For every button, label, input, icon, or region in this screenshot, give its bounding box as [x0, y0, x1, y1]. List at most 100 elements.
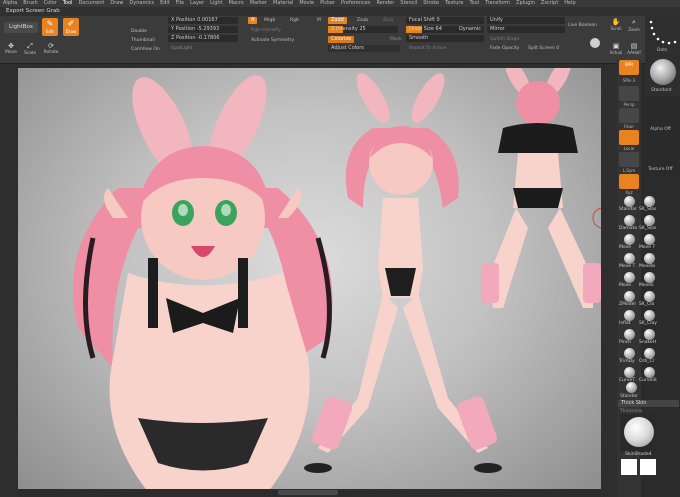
menu-item-transform[interactable]: Transform [482, 0, 513, 7]
stroke-dots-preview[interactable]: Dots [645, 16, 680, 56]
menu-item-document[interactable]: Document [75, 0, 107, 7]
menu-item-material[interactable]: Material [270, 0, 296, 7]
brush-sk-clay-icon[interactable] [644, 310, 655, 321]
brush-movee-icon[interactable] [644, 272, 655, 283]
brush-standard-preview[interactable]: Standard [645, 56, 680, 96]
alpha-preview[interactable]: Alpha Off [645, 96, 680, 136]
brush-orb-cr-icon[interactable] [644, 348, 655, 359]
material-preview[interactable] [620, 414, 658, 452]
brush-sk-clo-icon[interactable] [644, 291, 655, 302]
menu-item-file[interactable]: File [173, 0, 187, 7]
menu-item-preferences[interactable]: Preferences [338, 0, 373, 7]
floor-button[interactable] [619, 108, 639, 123]
spix-slider[interactable]: SPix 3 [617, 78, 641, 83]
brush-standar-icon[interactable] [624, 196, 635, 207]
rotate-button[interactable]: ⟳ Rotate [43, 42, 59, 57]
repeat-to-active-button[interactable]: Repeat To Active [409, 46, 446, 51]
menu-item-light[interactable]: Light [207, 0, 225, 7]
menu-item-tool[interactable]: Tool [466, 0, 482, 7]
thick-skin-button[interactable]: Thick Skin [618, 400, 679, 407]
lightbox-button[interactable]: LightBox [4, 22, 38, 33]
menu-item-picker[interactable]: Picker [317, 0, 338, 7]
move-button[interactable]: ✥ Move [4, 42, 18, 57]
fade-opacity-slider[interactable]: Fade Opacity [490, 46, 519, 51]
thumbnail-toggle[interactable]: Thumbnail [131, 38, 155, 43]
local-button[interactable] [619, 130, 639, 145]
brush-curvet-icon[interactable] [624, 367, 635, 378]
brush-move-icon[interactable] [624, 272, 635, 283]
activate-symmetry-button[interactable]: Activate Symmetry [251, 38, 294, 43]
menu-item-help[interactable]: Help [561, 0, 578, 7]
draw-button[interactable]: ✐ Draw [63, 18, 79, 36]
brush-move-t-icon[interactable] [644, 234, 655, 245]
edit-button[interactable]: ✎ Edit [42, 18, 58, 36]
menu-item-alpha[interactable]: Alpha [0, 0, 20, 7]
brush-pinch-icon[interactable] [624, 329, 635, 340]
menu-item-layer[interactable]: Layer [187, 0, 207, 7]
m-button[interactable]: M [317, 18, 321, 23]
focal-shift-slider[interactable]: Focal Shift 0 [406, 17, 484, 24]
menu-item-macro[interactable]: Macro [226, 0, 247, 7]
aahalf-button[interactable]: ▤ AAHalf [627, 42, 641, 58]
menu-item-brush[interactable]: Brush [20, 0, 40, 7]
camview-toggle[interactable]: CamView On [131, 47, 160, 52]
zadd-button[interactable]: Zadd [328, 17, 347, 24]
xyz-button[interactable] [619, 174, 639, 189]
mrgb-button[interactable]: Mrgb [264, 18, 275, 23]
menu-item-draw[interactable]: Draw [107, 0, 126, 7]
brush-sk-slas-icon[interactable] [644, 215, 655, 226]
unify-button[interactable]: Unify [487, 17, 565, 24]
dynamic-toggle[interactable]: Dynamic [459, 26, 481, 33]
smooth-slider[interactable]: Smooth [406, 35, 484, 42]
actual-button[interactable]: ▣ Actual [609, 42, 623, 58]
menu-item-zplugin[interactable]: Zplugin [513, 0, 538, 7]
rgb-intensity-slider[interactable]: Rgb Intensity [251, 28, 281, 33]
brush-movebi-icon[interactable] [644, 253, 655, 264]
brush-zmodel-icon[interactable] [624, 291, 635, 302]
brush-move-t-icon[interactable] [624, 253, 635, 264]
draw-size-slider[interactable]: Draw Size 64 Dynamic [406, 26, 484, 33]
brush-snakeh-icon[interactable] [644, 329, 655, 340]
colorize-button[interactable]: Colorize [328, 36, 355, 43]
mask-button[interactable]: Mask [390, 37, 402, 42]
texture-preview[interactable]: Texture Off [645, 136, 680, 176]
a-button[interactable]: A [248, 17, 258, 24]
menu-item-marker[interactable]: Marker [247, 0, 270, 7]
scale-button[interactable]: ⤢ Scale [23, 42, 37, 57]
double-toggle[interactable]: Double [131, 29, 147, 34]
menu-item-movie[interactable]: Movie [296, 0, 317, 7]
brush-inflat-icon[interactable] [624, 310, 635, 321]
menu-item-render[interactable]: Render [373, 0, 397, 7]
live-boolean-button[interactable]: Live Boolean [568, 23, 597, 28]
zoom-button[interactable]: ⌕ Zoom [627, 18, 641, 34]
adjust-colors-button[interactable]: Adjust Colors [328, 45, 400, 52]
secondary-color-swatch[interactable] [640, 459, 656, 475]
menu-item-stencil[interactable]: Stencil [397, 0, 420, 7]
export-screen-grab[interactable]: Export Screen Grab [0, 8, 60, 14]
menu-item-edit[interactable]: Edit [157, 0, 173, 7]
menu-item-dynamics[interactable]: Dynamics [126, 0, 157, 7]
menu-item-zscript[interactable]: Zscript [538, 0, 561, 7]
standard-brush-2-icon[interactable] [626, 382, 637, 393]
menu-item-color[interactable]: Color [41, 0, 60, 7]
mirror-button[interactable]: Mirror [487, 26, 565, 33]
viewport-canvas[interactable] [18, 68, 601, 492]
rgb-button[interactable]: Rgb [290, 18, 299, 23]
split-screen-slider[interactable]: Split Screen 0 [528, 46, 559, 51]
brush-move-icon[interactable] [624, 234, 635, 245]
z-intensity-slider[interactable]: Z Intensity 25 [328, 26, 398, 33]
persp-button[interactable] [619, 86, 639, 101]
lsym-button[interactable] [619, 152, 639, 167]
z-position-slider[interactable]: Z Position -0.17806 [168, 35, 238, 42]
zsub-button[interactable]: Zsub [357, 18, 368, 23]
y-position-slider[interactable]: Y Position -5.29393 [168, 26, 238, 33]
brush-curvest-icon[interactable] [644, 367, 655, 378]
brush-sk-slas-icon[interactable] [644, 196, 655, 207]
spotlight-toggle[interactable]: SpotLight [171, 46, 192, 51]
scroll-button[interactable]: ✋ Scroll [609, 18, 623, 34]
menu-item-texture[interactable]: Texture [442, 0, 466, 7]
zcut-button[interactable]: Zcut [383, 18, 393, 23]
menu-item-tool[interactable]: Tool [60, 0, 76, 7]
brush-trimdy-icon[interactable] [624, 348, 635, 359]
menu-item-stroke[interactable]: Stroke [420, 0, 442, 7]
